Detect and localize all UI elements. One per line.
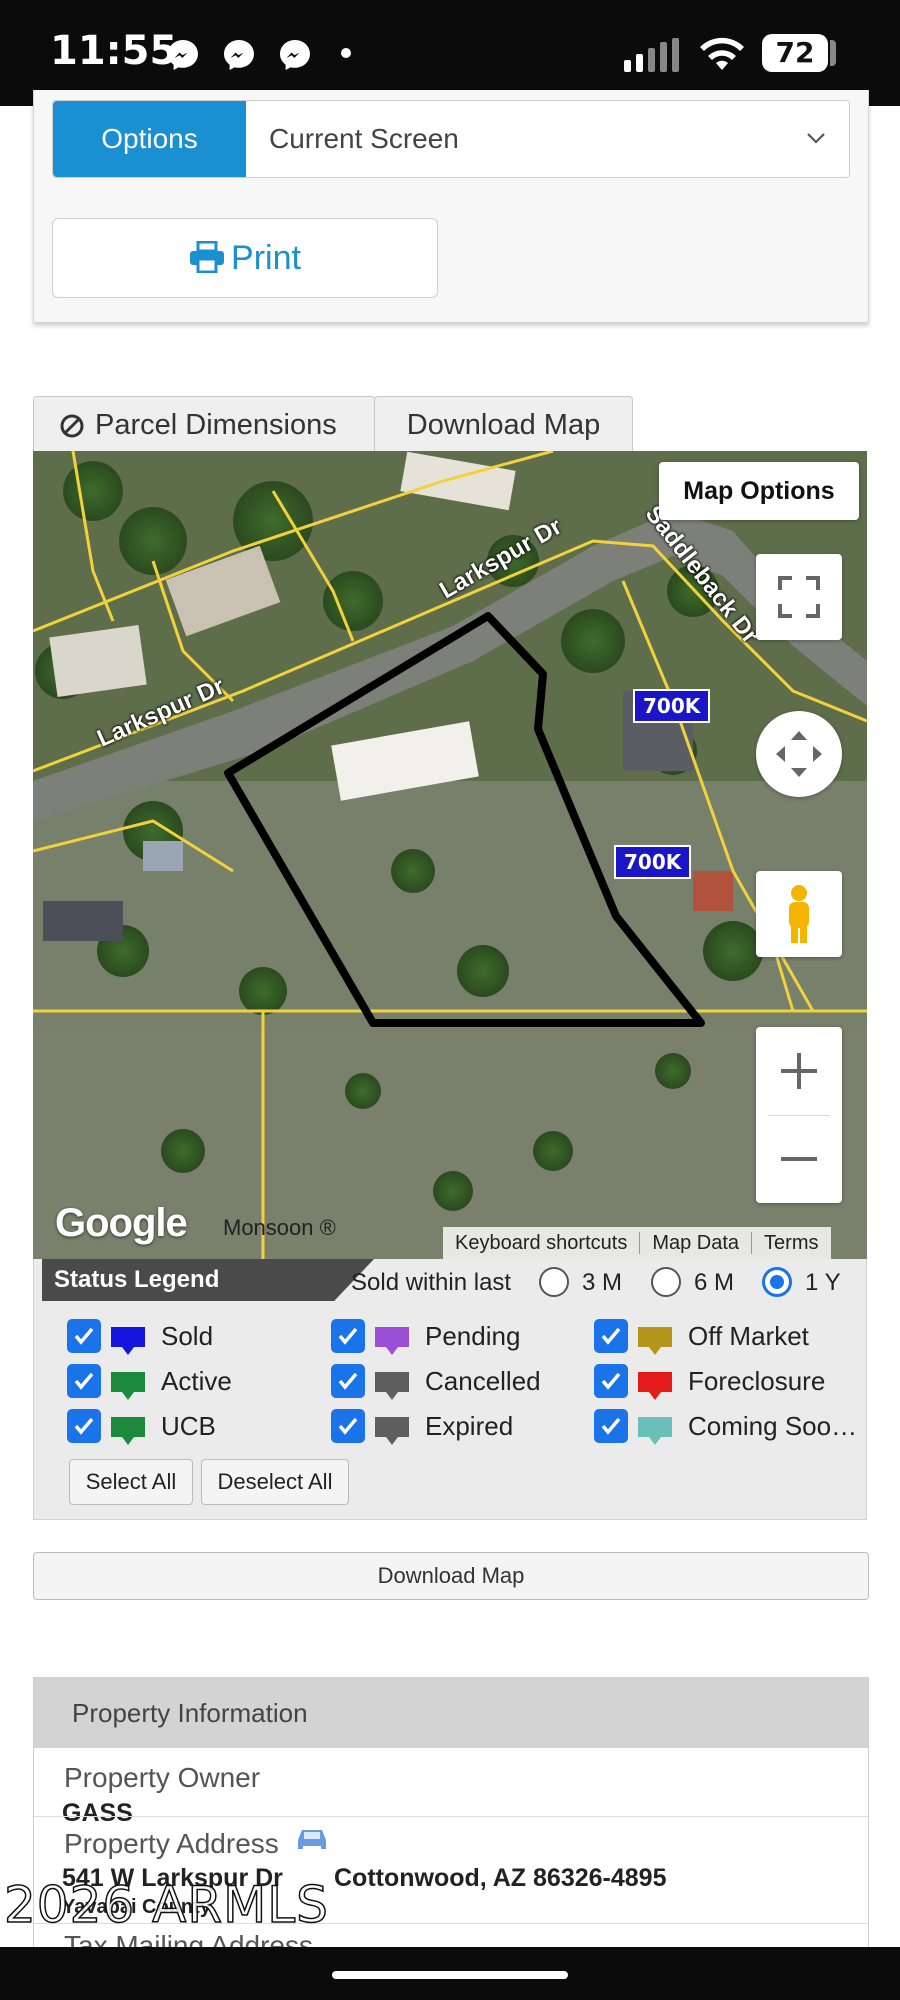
- battery-icon: 72: [762, 34, 836, 72]
- pan-arrows-icon: [776, 731, 822, 777]
- check-icon: [74, 1417, 94, 1435]
- check-icon: [601, 1327, 621, 1345]
- legend-color-marker-icon: [375, 1372, 409, 1400]
- options-button[interactable]: Options: [53, 101, 246, 177]
- legend-item-label: Active: [161, 1366, 232, 1396]
- fullscreen-icon: [778, 576, 820, 618]
- legend-color-marker-icon: [111, 1372, 145, 1400]
- property-owner-value: GASS: [62, 1799, 133, 1827]
- legend-item-label: Cancelled: [425, 1366, 541, 1396]
- legend-color-marker-icon: [111, 1417, 145, 1445]
- check-icon: [338, 1327, 358, 1345]
- legend-checkbox[interactable]: [594, 1364, 628, 1398]
- tab-parcel-label: Parcel Dimensions: [95, 409, 337, 441]
- radio-3m-label: 3 M: [582, 1269, 623, 1296]
- radio-1y-label: 1 Y: [805, 1269, 841, 1296]
- home-indicator[interactable]: [332, 1971, 568, 1979]
- signal-icon: [624, 38, 679, 72]
- fullscreen-button[interactable]: [756, 554, 842, 640]
- chevron-down-icon[interactable]: [803, 125, 829, 151]
- check-icon: [601, 1417, 621, 1435]
- battery-tip: [830, 40, 836, 66]
- deselect-all-button[interactable]: Deselect All: [201, 1459, 349, 1505]
- check-icon: [74, 1372, 94, 1390]
- legend-color-marker-icon: [111, 1327, 145, 1355]
- wifi-icon: [700, 37, 744, 70]
- price-marker[interactable]: 700K: [633, 689, 711, 723]
- status-legend: Status Legend Sold within last 3 M 6 M 1…: [33, 1259, 867, 1520]
- legend-item-label: Coming Soo…: [688, 1411, 858, 1441]
- radio-6m[interactable]: [651, 1267, 681, 1297]
- map-attribution: Keyboard shortcuts Map Data Terms: [443, 1227, 831, 1259]
- legend-checkbox[interactable]: [331, 1409, 365, 1443]
- car-icon[interactable]: [294, 1826, 330, 1852]
- options-selector: Options Current Screen: [52, 100, 850, 178]
- tab-parcel-dimensions[interactable]: Parcel Dimensions: [33, 396, 376, 453]
- legend-checkbox[interactable]: [67, 1319, 101, 1353]
- radio-6m-label: 6 M: [694, 1269, 735, 1296]
- property-owner-label: Property Owner: [64, 1762, 261, 1793]
- legend-item-label: Sold: [161, 1321, 214, 1351]
- check-icon: [338, 1372, 358, 1390]
- print-label: Print: [231, 239, 301, 277]
- battery-level: 72: [762, 34, 828, 72]
- price-marker[interactable]: 700K: [614, 845, 692, 879]
- zoom-out-button[interactable]: [756, 1115, 842, 1203]
- legend-item-label: Pending: [425, 1321, 521, 1351]
- map-data-link[interactable]: Map Data: [639, 1232, 752, 1254]
- legend-checkbox[interactable]: [331, 1364, 365, 1398]
- notification-dot-icon: [341, 48, 351, 58]
- legend-item-label: Expired: [425, 1411, 514, 1441]
- map-provider-label: Monsoon ®: [223, 1215, 336, 1240]
- legend-color-marker-icon: [638, 1417, 672, 1445]
- legend-item-label: Foreclosure: [688, 1366, 826, 1396]
- download-map-button[interactable]: Download Map: [33, 1552, 869, 1600]
- legend-title: Status Legend: [42, 1259, 374, 1301]
- legend-checkbox[interactable]: [331, 1319, 365, 1353]
- map-options-panel: Options Current Screen Print: [33, 90, 869, 323]
- sold-within-label: Sold within last: [351, 1269, 512, 1296]
- options-select-value[interactable]: Current Screen: [269, 101, 459, 177]
- print-button[interactable]: Print: [52, 218, 438, 298]
- messenger-icon: [224, 40, 254, 70]
- select-all-button[interactable]: Select All: [69, 1459, 193, 1505]
- street-view-button[interactable]: [756, 871, 842, 957]
- zoom-controls: [756, 1027, 842, 1203]
- property-info-header: Property Information: [34, 1678, 868, 1748]
- camera-control-button[interactable]: [756, 711, 842, 797]
- messenger-icon: [168, 40, 198, 70]
- terms-link[interactable]: Terms: [751, 1232, 831, 1254]
- google-logo: Google: [55, 1201, 188, 1245]
- legend-item-label: UCB: [161, 1411, 216, 1441]
- check-icon: [338, 1417, 358, 1435]
- legend-color-marker-icon: [638, 1327, 672, 1355]
- legend-checkbox[interactable]: [67, 1364, 101, 1398]
- armls-watermark: 2026 ARMLS: [3, 1875, 329, 1935]
- property-address-city: Cottonwood, AZ 86326-4895: [334, 1864, 667, 1892]
- satellite-map[interactable]: Larkspur Dr Larkspur Dr Saddleback Dr 70…: [33, 451, 867, 1259]
- pegman-icon: [789, 885, 809, 943]
- row-divider: [34, 1816, 868, 1817]
- clock-time: 11:55: [50, 28, 178, 74]
- tab-download-map[interactable]: Download Map: [374, 396, 633, 453]
- ban-icon: [60, 414, 84, 438]
- check-icon: [74, 1327, 94, 1345]
- legend-color-marker-icon: [375, 1417, 409, 1445]
- radio-1y[interactable]: [762, 1267, 792, 1297]
- legend-item-label: Off Market: [688, 1321, 809, 1351]
- legend-color-marker-icon: [375, 1327, 409, 1355]
- radio-3m[interactable]: [539, 1267, 569, 1297]
- check-icon: [601, 1372, 621, 1390]
- legend-checkbox[interactable]: [594, 1319, 628, 1353]
- keyboard-shortcuts-link[interactable]: Keyboard shortcuts: [443, 1232, 639, 1254]
- property-address-label: Property Address: [64, 1828, 279, 1859]
- zoom-in-button[interactable]: [756, 1027, 842, 1115]
- printer-icon: [190, 240, 225, 274]
- legend-checkbox[interactable]: [67, 1409, 101, 1443]
- system-navigation-bar: [0, 1947, 900, 2000]
- legend-color-marker-icon: [638, 1372, 672, 1400]
- legend-checkbox[interactable]: [594, 1409, 628, 1443]
- messenger-icon: [280, 40, 310, 70]
- map-options-button[interactable]: Map Options: [659, 462, 859, 520]
